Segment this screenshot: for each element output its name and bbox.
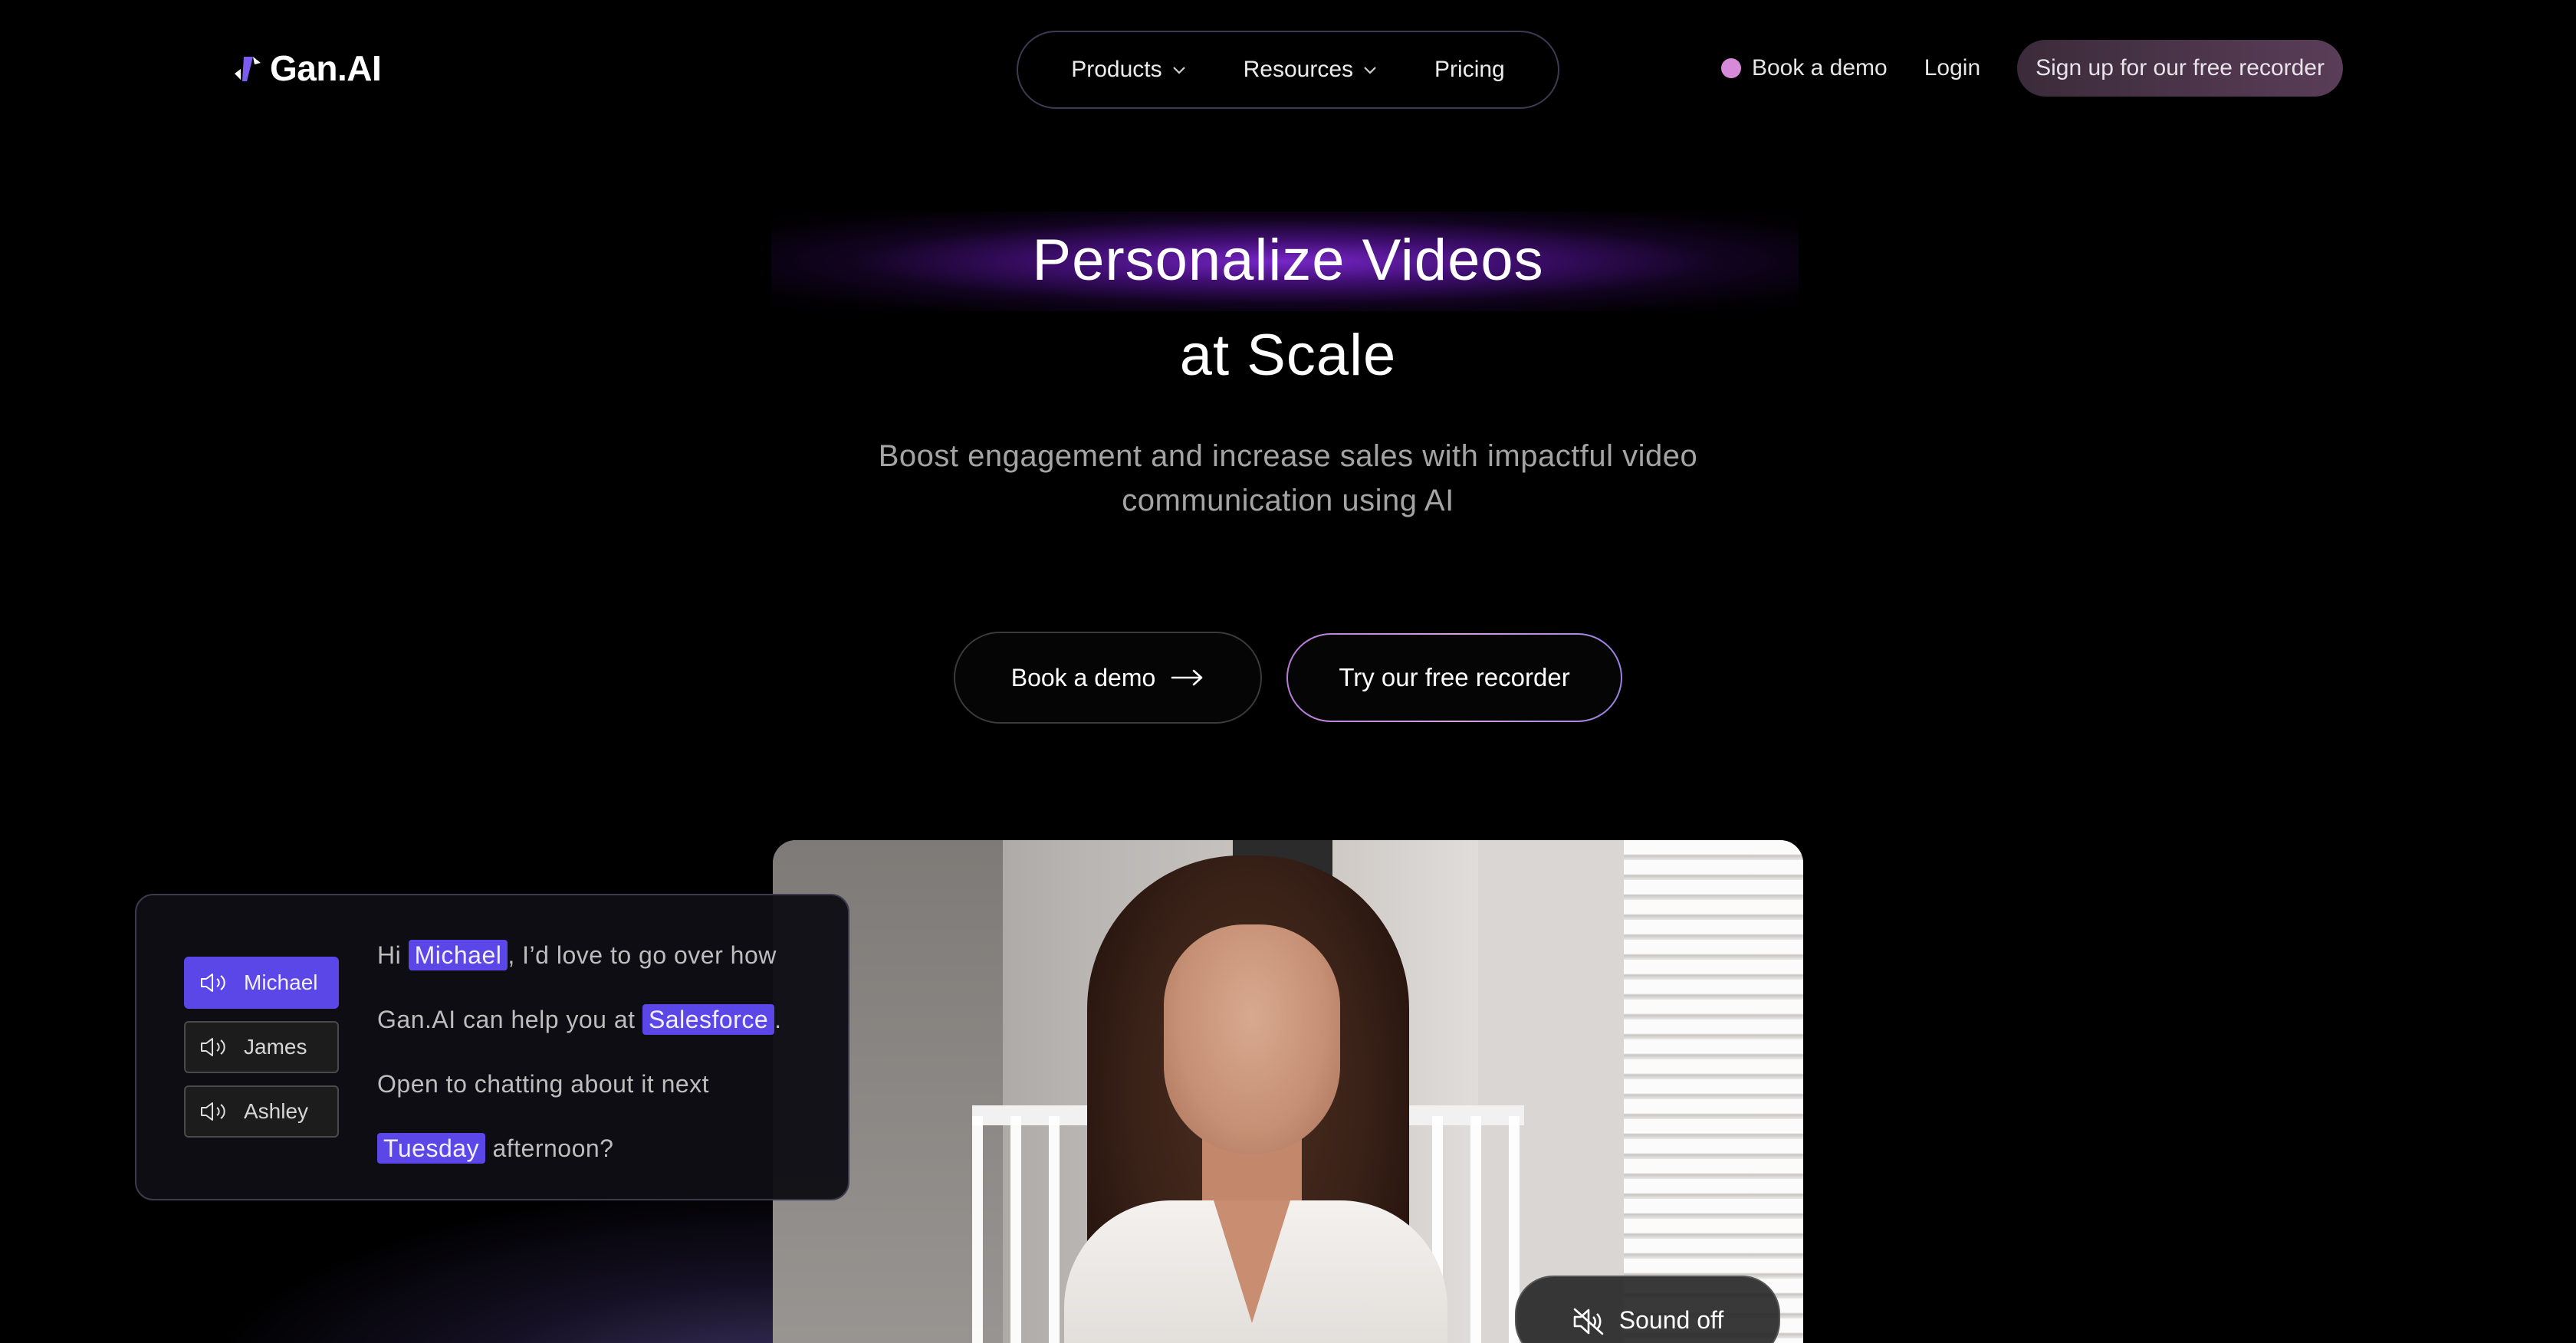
nav-resources[interactable]: Resources — [1244, 57, 1378, 83]
nav-book-demo-link[interactable]: Book a demo — [1720, 55, 1888, 81]
nav-login-link[interactable]: Login — [1924, 55, 1980, 81]
script-part3: afternoon? — [492, 1134, 614, 1162]
personalized-script: Hi Michael, I’d love to go over how Gan.… — [377, 923, 822, 1180]
brand-logo[interactable]: Gan.AI — [230, 48, 382, 89]
book-demo-label: Book a demo — [1010, 663, 1156, 691]
chevron-down-icon — [1172, 67, 1185, 74]
personalization-card: Michael James Ashley Hi Michael, I’d lov… — [135, 894, 849, 1200]
name-selector: Michael James Ashley — [184, 957, 339, 1138]
name-chip-label: James — [244, 1035, 307, 1059]
main-nav: Products Resources Pricing — [1017, 31, 1559, 109]
hero-title-line2: at Scale — [1179, 323, 1397, 388]
logo-icon — [235, 57, 261, 81]
video-blinds — [1624, 840, 1803, 1343]
presenter-face — [1164, 924, 1340, 1154]
speaker-icon — [201, 1102, 225, 1121]
name-chip-michael[interactable]: Michael — [184, 957, 339, 1009]
hero-title-line1: Personalize Videos — [1032, 228, 1544, 293]
brand-name: Gan.AI — [270, 48, 382, 88]
demo-video[interactable] — [773, 840, 1803, 1343]
hero-subtitle: Boost engagement and increase sales with… — [878, 439, 1698, 517]
nav-products[interactable]: Products — [1071, 57, 1186, 83]
book-demo-button[interactable]: Book a demo — [954, 632, 1262, 724]
try-recorder-button[interactable]: Try our free recorder — [1286, 633, 1622, 722]
status-dot-icon — [1720, 58, 1741, 78]
nav-pricing[interactable]: Pricing — [1434, 57, 1505, 83]
mute-icon — [1573, 1308, 1604, 1335]
chevron-down-icon — [1364, 67, 1376, 74]
nav-actions: Book a demo Login Sign up for our free r… — [1720, 40, 2343, 97]
arrow-right-icon — [1171, 669, 1203, 686]
name-chip-label: Michael — [244, 970, 318, 994]
sound-toggle-button[interactable]: Sound off — [1515, 1276, 1780, 1343]
speaker-icon — [201, 974, 225, 992]
nav-pricing-label: Pricing — [1434, 57, 1505, 82]
sound-toggle-label: Sound off — [1618, 1306, 1724, 1334]
script-company-token: Salesforce — [642, 1004, 775, 1035]
signup-button[interactable]: Sign up for our free recorder — [2017, 40, 2343, 97]
name-chip-label: Ashley — [244, 1099, 309, 1123]
nav-resources-label: Resources — [1243, 57, 1354, 82]
name-chip-james[interactable]: James — [184, 1021, 339, 1073]
script-day-token: Tuesday — [377, 1133, 486, 1164]
script-greeting: Hi — [377, 941, 402, 969]
speaker-icon — [201, 1038, 225, 1056]
nav-products-label: Products — [1071, 57, 1162, 82]
try-recorder-label: Try our free recorder — [1288, 635, 1621, 721]
nav-book-demo-label: Book a demo — [1751, 55, 1888, 80]
script-name-token: Michael — [408, 940, 508, 970]
name-chip-ashley[interactable]: Ashley — [184, 1085, 339, 1138]
